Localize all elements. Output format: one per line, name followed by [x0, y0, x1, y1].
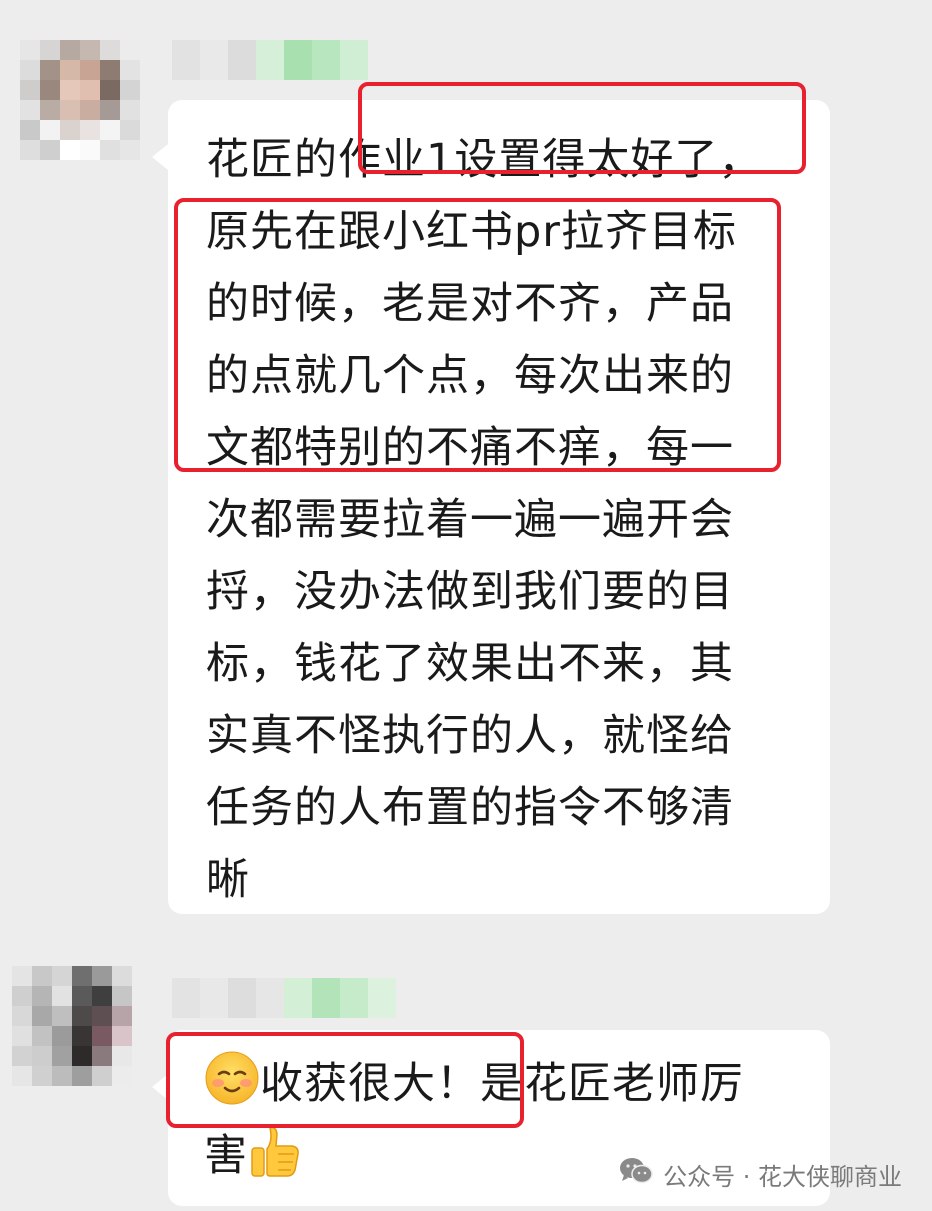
message-text: 害: [204, 1131, 248, 1181]
message-line: 次都需要拉着一遍一遍开会: [206, 495, 734, 545]
blushing-smile-emoji: [204, 1050, 260, 1106]
sender-name-1-blurred: [172, 40, 368, 80]
watermark-text: 公众号 · 花大侠聊商业: [663, 1162, 902, 1191]
message-line: 的点就几个点，每次出来的: [206, 351, 734, 401]
sender-name-2-blurred: [172, 978, 396, 1018]
sender-avatar-2[interactable]: [12, 966, 132, 1086]
message-line: 任务的人布置的指令不够清: [206, 783, 734, 833]
sender-avatar-1[interactable]: [20, 40, 140, 160]
message-bubble-1[interactable]: 花匠的作业1设置得太好了， 原先在跟小红书pr拉齐目标 的时候，老是对不齐，产品…: [152, 100, 830, 914]
message-line: 标，钱花了效果出不来，其: [206, 639, 734, 689]
wechat-icon: [619, 1157, 653, 1191]
message-text: 收获很大！是花匠老师厉: [260, 1059, 744, 1109]
message-line: 晰: [206, 855, 250, 905]
message-line: 实真不怪执行的人，就怪给: [206, 711, 734, 761]
message-line: 原先在跟小红书pr拉齐目标: [206, 207, 737, 257]
message-line: 的时候，老是对不齐，产品: [206, 279, 734, 329]
message-line: 花匠的作业1设置得太好了，: [206, 135, 763, 185]
watermark: 公众号 · 花大侠聊商业: [619, 1154, 902, 1194]
message-line: 收获很大！是花匠老师厉: [204, 1048, 744, 1120]
message-line: 文都特别的不痛不痒，每一: [206, 423, 734, 473]
message-line: 捋，没办法做到我们要的目: [206, 567, 734, 617]
thumbs-up-emoji: [248, 1122, 304, 1178]
